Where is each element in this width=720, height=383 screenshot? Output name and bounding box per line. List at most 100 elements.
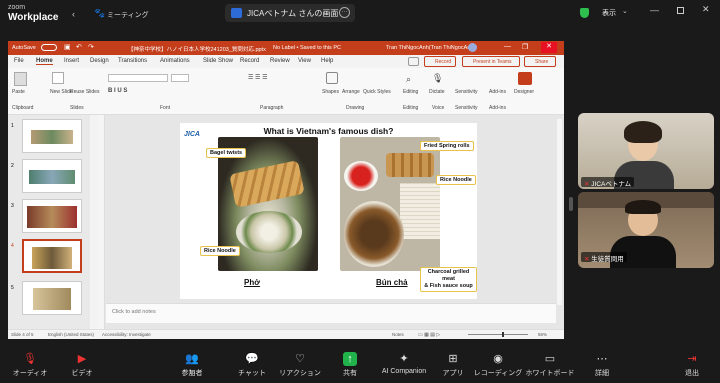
designer-icon[interactable] <box>518 72 532 85</box>
reactions-label: リアクション <box>279 370 321 377</box>
designer-label[interactable]: Designer <box>514 89 534 95</box>
present-teams-button[interactable]: Present in Teams <box>462 56 520 67</box>
slide-number: 3 <box>11 203 14 209</box>
chevron-left-icon[interactable]: ‹ <box>72 9 75 19</box>
autosave-toggle[interactable] <box>41 44 57 51</box>
shapes-icon[interactable] <box>326 72 338 84</box>
tab-insert[interactable]: Insert <box>64 58 79 64</box>
restore-icon[interactable]: ❐ <box>522 43 528 51</box>
label-charcoal: Charcoal grilled meat & Fish sauce soup <box>420 267 477 292</box>
leave-button[interactable]: ⇥ 退出 <box>662 349 720 383</box>
recording-button[interactable]: ◉ レコーディング <box>468 349 528 383</box>
paste-label[interactable]: Paste <box>12 89 25 95</box>
status-notes-button[interactable]: Notes <box>392 332 404 337</box>
zoom-slider-thumb[interactable] <box>502 332 504 337</box>
vertical-ruler <box>98 115 105 329</box>
apps-label: アプリ <box>442 370 464 377</box>
panel-resize-handle[interactable] <box>569 197 573 211</box>
arrange-label[interactable]: Arrange <box>342 89 360 95</box>
group-sensitivity: Sensitivity <box>455 105 478 111</box>
font-name-field[interactable] <box>108 74 168 82</box>
mic-icon[interactable]: 🎙 <box>432 73 443 84</box>
slide-thumbnail-1[interactable] <box>22 119 82 153</box>
tab-view[interactable]: View <box>298 58 311 64</box>
participant-name-tag: ✕ 生徒質問用 <box>581 252 627 263</box>
share-banner-text: JICAベトナム さんの画面 <box>247 9 339 18</box>
bold-icon[interactable]: B I U S <box>108 88 127 94</box>
maximize-icon[interactable] <box>677 7 684 14</box>
avatar[interactable] <box>468 43 477 52</box>
whiteboard-button[interactable]: ▭ ホワイトボード <box>520 349 580 383</box>
chevron-down-icon[interactable]: ⌄ <box>622 7 628 15</box>
slide-title: What is Vietnam's famous dish? <box>263 126 394 136</box>
editing-label[interactable]: Editing <box>403 89 418 95</box>
new-slide-icon[interactable] <box>52 72 64 84</box>
tab-slideshow[interactable]: Slide Show <box>203 58 233 64</box>
notes-pane[interactable]: Click to add notes <box>106 303 556 323</box>
share-screen-button[interactable]: ↑ 共有 <box>320 349 380 383</box>
addins-label[interactable]: Add-ins <box>489 89 506 95</box>
zoom-slider[interactable] <box>468 334 528 335</box>
slide-number: 5 <box>11 285 14 291</box>
participants-icon: 👥15 <box>185 353 199 376</box>
share-button[interactable]: Share <box>524 56 556 67</box>
slide-thumbnail-5[interactable] <box>22 281 82 315</box>
close-icon[interactable]: ✕ <box>541 42 557 53</box>
tab-record[interactable]: Record <box>240 58 259 64</box>
tab-file[interactable]: File <box>14 58 24 64</box>
tab-help[interactable]: Help <box>321 58 333 64</box>
bullets-icon[interactable]: ☰ ☰ ☰ <box>248 74 267 81</box>
close-icon[interactable]: ✕ <box>702 4 710 15</box>
undo-icon[interactable]: ↶ <box>76 43 82 51</box>
zoom-logo-bottom: Workplace <box>8 12 59 23</box>
security-shield-icon[interactable] <box>580 8 589 18</box>
search-icon[interactable]: ⌕ <box>406 74 411 85</box>
save-icon[interactable]: ▣ <box>64 43 71 51</box>
view-buttons-icon[interactable]: ▭ ▦ ▤ ▷ <box>418 332 440 338</box>
group-paragraph: Paragraph <box>260 105 284 111</box>
label-rice-noodle-right: Rice Noodle <box>436 175 476 185</box>
minimize-icon[interactable]: — <box>650 5 659 15</box>
tab-home[interactable]: Home <box>36 58 53 65</box>
paste-icon[interactable] <box>14 72 27 86</box>
tab-animations[interactable]: Animations <box>160 58 190 64</box>
view-label[interactable]: 表示 <box>602 8 616 18</box>
font-size-field[interactable] <box>171 74 189 82</box>
tab-review[interactable]: Review <box>270 58 290 64</box>
ai-companion-label: AI Companion <box>381 368 427 375</box>
more-options-icon[interactable]: ··· <box>339 7 350 18</box>
comment-icon[interactable] <box>408 57 419 66</box>
participant-name: 生徒質問用 <box>591 256 624 263</box>
shapes-label[interactable]: Shapes <box>322 89 339 95</box>
slide-scrollbar[interactable] <box>557 119 562 305</box>
slide-number: 2 <box>11 163 14 169</box>
quick-styles-label[interactable]: Quick Styles <box>363 89 391 95</box>
slide-thumbnail-2[interactable] <box>22 159 82 193</box>
reuse-label[interactable]: Reuse Slides <box>70 89 99 95</box>
tab-transitions[interactable]: Transitions <box>118 58 147 64</box>
redo-icon[interactable]: ↷ <box>88 43 94 51</box>
audio-button[interactable]: 🎙 オーディオ <box>0 349 60 383</box>
share-icon: ↑ <box>343 352 357 366</box>
video-button[interactable]: ▶ ビデオ <box>52 349 112 383</box>
more-button[interactable]: ⋯ 詳細 <box>572 349 632 383</box>
zoom-percent[interactable]: 56% <box>538 332 547 337</box>
status-language[interactable]: English (United States) <box>48 332 94 337</box>
slide-number: 4 <box>11 243 14 249</box>
participant-hair <box>624 121 662 143</box>
participant-video-1[interactable]: ✕ JICAベトナム <box>578 113 714 189</box>
record-button[interactable]: Record <box>424 56 456 67</box>
dictate-label[interactable]: Dictate <box>429 89 445 95</box>
meeting-label[interactable]: ミーティング <box>107 10 149 20</box>
leave-icon: ⇥ <box>687 353 697 365</box>
sensitivity-label[interactable]: Sensitivity <box>455 89 478 95</box>
participant-video-2[interactable]: ✕ 生徒質問用 <box>578 192 714 268</box>
participants-button[interactable]: 👥15 参加者 <box>162 349 222 383</box>
share-banner[interactable]: JICAベトナム さんの画面 ··· <box>225 4 355 22</box>
tab-design[interactable]: Design <box>90 58 109 64</box>
slide-thumbnail-4[interactable] <box>22 239 82 273</box>
status-accessibility[interactable]: Accessibility: Investigate <box>102 332 151 337</box>
slide-thumbnail-3[interactable] <box>22 199 82 233</box>
current-slide[interactable]: JICA What is Vietnam's famous dish? Bage… <box>180 123 477 299</box>
minimize-icon[interactable]: — <box>504 43 511 50</box>
